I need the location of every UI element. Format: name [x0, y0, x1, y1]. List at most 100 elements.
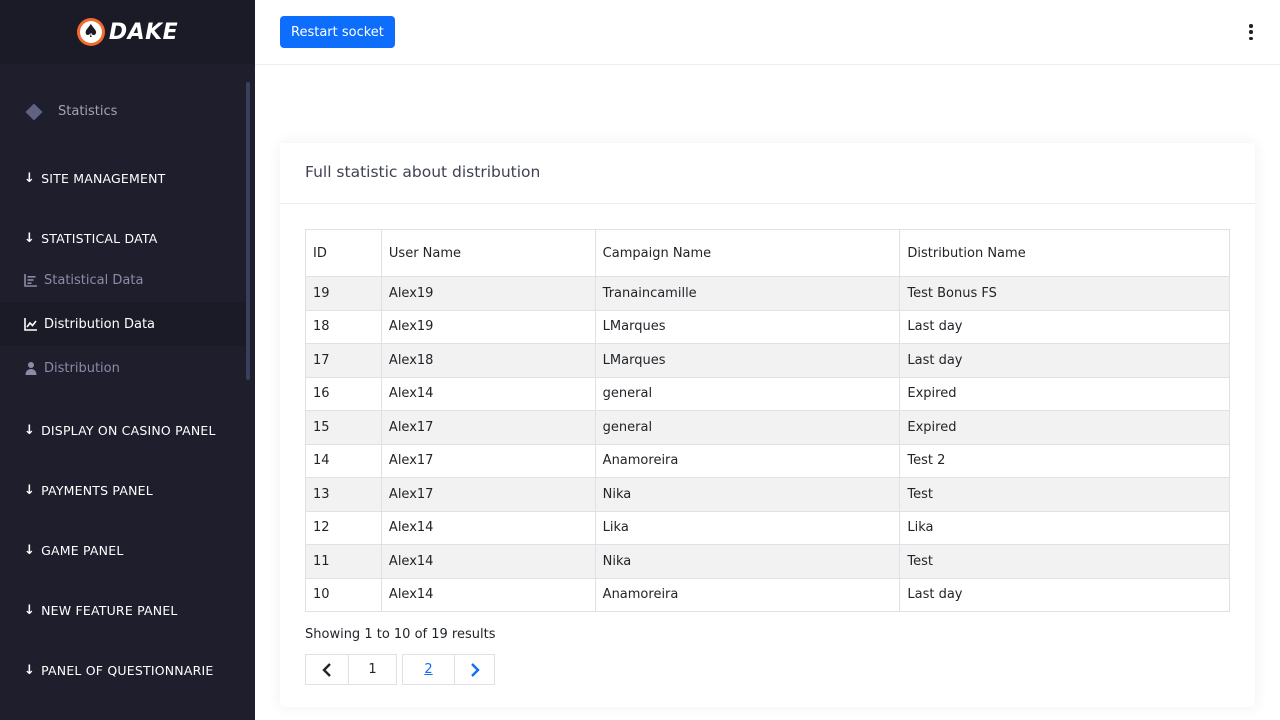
cell-campaign-name: Anamoreira	[594, 577, 901, 612]
cell-user-name: Alex14	[380, 544, 596, 579]
arrow-down-icon: ↓	[24, 543, 36, 558]
cell-id: 13	[305, 477, 382, 512]
pagination: 1 2	[305, 654, 495, 685]
cell-user-name: Alex14	[380, 510, 596, 545]
arrow-down-icon: ↓	[24, 663, 36, 678]
brand[interactable]: ♠ DAKE	[0, 0, 255, 64]
next-page-button[interactable]	[454, 654, 495, 685]
spade-icon: ♠	[76, 18, 105, 46]
table-header-row: ID User Name Campaign Name Distribution …	[305, 229, 1230, 277]
sidebar-item-statistical-data[interactable]: Statistical Data	[0, 258, 246, 302]
cell-campaign-name: Lika	[594, 510, 901, 545]
topbar: Restart socket	[255, 0, 1280, 65]
bar-chart-icon	[24, 274, 37, 287]
table-row: 11 Alex14 Nika Test	[305, 544, 1230, 579]
column-header-distribution-name: Distribution Name	[899, 229, 1230, 277]
brand-name: DAKE	[108, 19, 179, 45]
section-label: GAME PANEL	[41, 543, 124, 558]
cell-user-name: Alex19	[380, 276, 596, 311]
cell-id: 10	[305, 577, 382, 612]
arrow-down-icon: ↓	[24, 171, 36, 186]
cell-id: 11	[305, 544, 382, 579]
arrow-down-icon: ↓	[24, 603, 36, 618]
section-new-feature-panel[interactable]: ↓ NEW FEATURE PANEL	[24, 603, 178, 618]
cell-distribution-name: Expired	[899, 410, 1230, 445]
arrow-down-icon: ↓	[24, 483, 36, 498]
sidebar-item-label: Distribution Data	[44, 316, 156, 332]
divider	[280, 203, 1255, 204]
cell-campaign-name: general	[594, 376, 901, 411]
arrow-down-icon: ↓	[24, 231, 36, 246]
cell-user-name: Alex17	[380, 477, 596, 512]
table-row: 19 Alex19 Tranaincamille Test Bonus FS	[305, 276, 1230, 311]
cell-distribution-name: Test	[899, 544, 1230, 579]
section-label: STATISTICAL DATA	[41, 231, 158, 246]
cell-distribution-name: Test 2	[899, 443, 1230, 478]
table-row: 14 Alex17 Anamoreira Test 2	[305, 443, 1230, 478]
cell-user-name: Alex18	[380, 343, 596, 378]
table-row: 10 Alex14 Anamoreira Last day	[305, 577, 1230, 612]
cell-id: 16	[305, 376, 382, 411]
section-label: SITE MANAGEMENT	[41, 171, 166, 186]
section-site-management[interactable]: ↓ SITE MANAGEMENT	[24, 171, 166, 186]
cell-distribution-name: Test Bonus FS	[899, 276, 1230, 311]
sidebar-scrollbar[interactable]	[246, 82, 250, 380]
cell-id: 12	[305, 510, 382, 545]
distribution-table: ID User Name Campaign Name Distribution …	[305, 229, 1230, 612]
cell-id: 14	[305, 443, 382, 478]
more-options-icon[interactable]	[1248, 24, 1254, 40]
user-icon	[25, 362, 37, 375]
cell-id: 19	[305, 276, 382, 311]
cell-user-name: Alex17	[380, 443, 596, 478]
section-statistical-data[interactable]: ↓ STATISTICAL DATA	[24, 231, 157, 246]
section-game-panel[interactable]: ↓ GAME PANEL	[24, 543, 124, 558]
page-button-1[interactable]: 1	[348, 654, 397, 685]
cell-distribution-name: Test	[899, 477, 1230, 512]
table-row: 12 Alex14 Lika Lika	[305, 510, 1230, 545]
table-row: 15 Alex17 general Expired	[305, 410, 1230, 445]
chevron-left-icon	[322, 662, 331, 677]
previous-page-button[interactable]	[305, 654, 349, 685]
table-row: 13 Alex17 Nika Test	[305, 477, 1230, 512]
table-row: 17 Alex18 LMarques Last day	[305, 343, 1230, 378]
table-row: 16 Alex14 general Expired	[305, 376, 1230, 411]
cell-campaign-name: LMarques	[594, 343, 901, 378]
cell-id: 17	[305, 343, 382, 378]
sidebar-item-statistics[interactable]: Statistics	[24, 103, 117, 120]
sidebar-item-label: Distribution	[44, 360, 120, 376]
section-display-on-casino-panel[interactable]: ↓ DISPLAY ON CASINO PANEL	[24, 423, 216, 438]
cell-user-name: Alex14	[380, 577, 596, 612]
cell-distribution-name: Lika	[899, 510, 1230, 545]
cell-campaign-name: Anamoreira	[594, 443, 901, 478]
cell-id: 15	[305, 410, 382, 445]
card-title: Full statistic about distribution	[305, 163, 541, 181]
restart-socket-button[interactable]: Restart socket	[280, 16, 395, 48]
sidebar-item-distribution-data[interactable]: Distribution Data	[0, 302, 246, 346]
sidebar: ♠ DAKE Statistics ↓ SITE MANAGEMENT ↓ ST…	[0, 0, 255, 720]
cell-campaign-name: LMarques	[594, 309, 901, 344]
cell-campaign-name: Nika	[594, 477, 901, 512]
column-header-campaign-name: Campaign Name	[594, 229, 901, 277]
column-header-user-name: User Name	[380, 229, 596, 277]
cell-distribution-name: Expired	[899, 376, 1230, 411]
table-row: 18 Alex19 LMarques Last day	[305, 309, 1230, 344]
chevron-right-icon	[470, 662, 480, 677]
page-button-2[interactable]: 2	[402, 654, 455, 685]
sidebar-item-distribution[interactable]: Distribution	[0, 346, 246, 390]
results-summary: Showing 1 to 10 of 19 results	[305, 627, 496, 642]
cell-distribution-name: Last day	[899, 343, 1230, 378]
cell-campaign-name: Tranaincamille	[594, 276, 901, 311]
section-label: NEW FEATURE PANEL	[41, 603, 178, 618]
section-panel-of-questionnarie[interactable]: ↓ PANEL OF QUESTIONNARIE	[24, 663, 213, 678]
cell-user-name: Alex19	[380, 309, 596, 344]
section-label: PANEL OF QUESTIONNARIE	[41, 663, 214, 678]
cell-campaign-name: general	[594, 410, 901, 445]
section-payments-panel[interactable]: ↓ PAYMENTS PANEL	[24, 483, 153, 498]
arrow-down-icon: ↓	[24, 423, 36, 438]
cell-user-name: Alex14	[380, 376, 596, 411]
cell-id: 18	[305, 309, 382, 344]
diamond-icon	[25, 103, 43, 120]
section-label: DISPLAY ON CASINO PANEL	[41, 423, 216, 438]
cell-distribution-name: Last day	[899, 309, 1230, 344]
sidebar-item-label: Statistical Data	[44, 272, 144, 288]
